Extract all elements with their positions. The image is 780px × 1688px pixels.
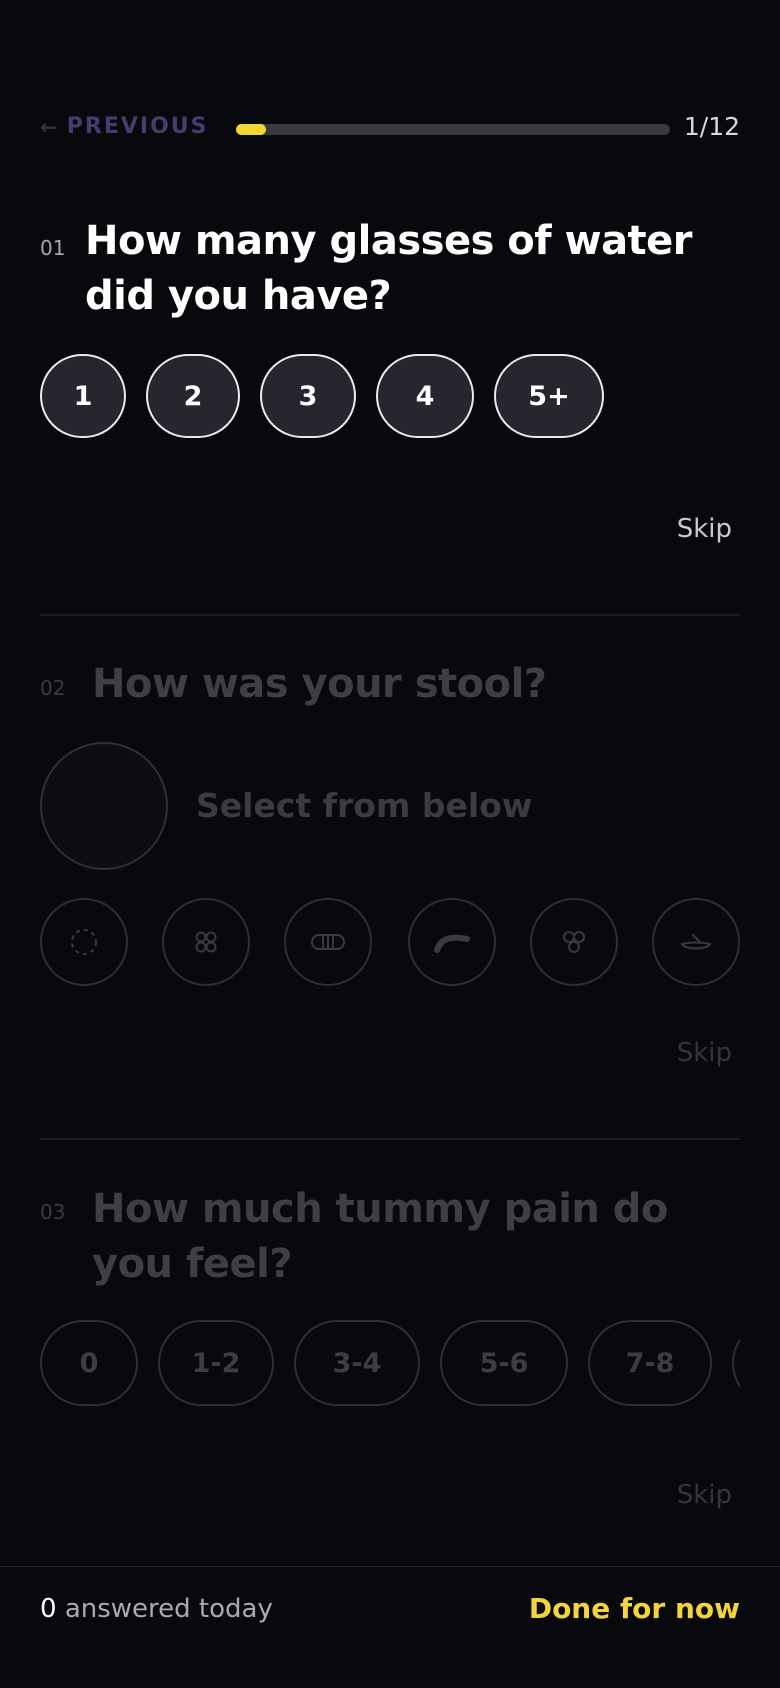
stool-type-5-icon [563, 931, 585, 953]
pain-options: 0 1-2 3-4 5-6 7-8 [40, 1320, 740, 1408]
question-counter: 1/12 [683, 112, 740, 141]
skip-button[interactable]: Skip [677, 1038, 732, 1068]
question-number: 01 [40, 236, 66, 260]
option-button[interactable]: 4 [376, 354, 474, 438]
done-for-now-button[interactable]: Done for now [529, 1592, 740, 1625]
previous-label: PREVIOUS [66, 114, 209, 139]
stool-type-2-icon [195, 931, 217, 953]
question-3-number-wrap: 03 [40, 1200, 65, 1224]
stool-option[interactable] [40, 898, 128, 986]
option-button[interactable]: 2 [146, 354, 240, 438]
stool-selection-preview [40, 742, 168, 870]
question-1-number-wrap: 01 [40, 236, 65, 260]
stool-option[interactable] [284, 898, 372, 986]
stool-option[interactable] [408, 898, 496, 986]
skip-button[interactable]: Skip [677, 514, 732, 544]
question-title: How was your stool? [92, 661, 547, 707]
question-title: How many glasses of water did you have? [85, 218, 693, 319]
answered-text: answered today [64, 1594, 273, 1624]
stool-type-6-icon [680, 933, 712, 950]
divider [40, 1138, 740, 1140]
option-button[interactable]: 5-6 [440, 1320, 568, 1406]
option-button[interactable]: 7-8 [588, 1320, 712, 1406]
water-options: 1 2 3 4 5+ [40, 354, 740, 442]
option-button[interactable]: 3-4 [294, 1320, 420, 1406]
divider [40, 614, 740, 616]
question-number: 03 [40, 1200, 66, 1224]
arrow-left-icon: ← [40, 114, 59, 139]
stool-type-4-icon [434, 934, 470, 953]
select-placeholder: Select from below [196, 786, 533, 825]
option-button[interactable]: 1 [40, 354, 126, 438]
question-title: How much tummy pain do you feel? [92, 1186, 668, 1287]
option-button[interactable]: 5+ [494, 354, 604, 438]
stool-option[interactable] [162, 898, 250, 986]
option-button-partial[interactable] [732, 1320, 740, 1406]
question-2-number-wrap: 02 [40, 676, 65, 700]
footer-divider [0, 1566, 780, 1567]
stool-option[interactable] [530, 898, 618, 986]
question-number: 02 [40, 676, 66, 700]
option-button[interactable]: 3 [260, 354, 356, 438]
option-button[interactable]: 1-2 [158, 1320, 274, 1406]
stool-type-1-icon [71, 929, 97, 955]
previous-button[interactable]: ← PREVIOUS [40, 114, 208, 139]
answered-summary: 0 answered today [40, 1594, 273, 1624]
stool-option[interactable] [652, 898, 740, 986]
skip-button[interactable]: Skip [677, 1480, 732, 1510]
progress-bar [236, 124, 670, 135]
stool-type-3-icon [311, 934, 345, 950]
answered-count: 0 [40, 1594, 57, 1624]
option-button[interactable]: 0 [40, 1320, 138, 1406]
progress-fill [236, 124, 266, 135]
